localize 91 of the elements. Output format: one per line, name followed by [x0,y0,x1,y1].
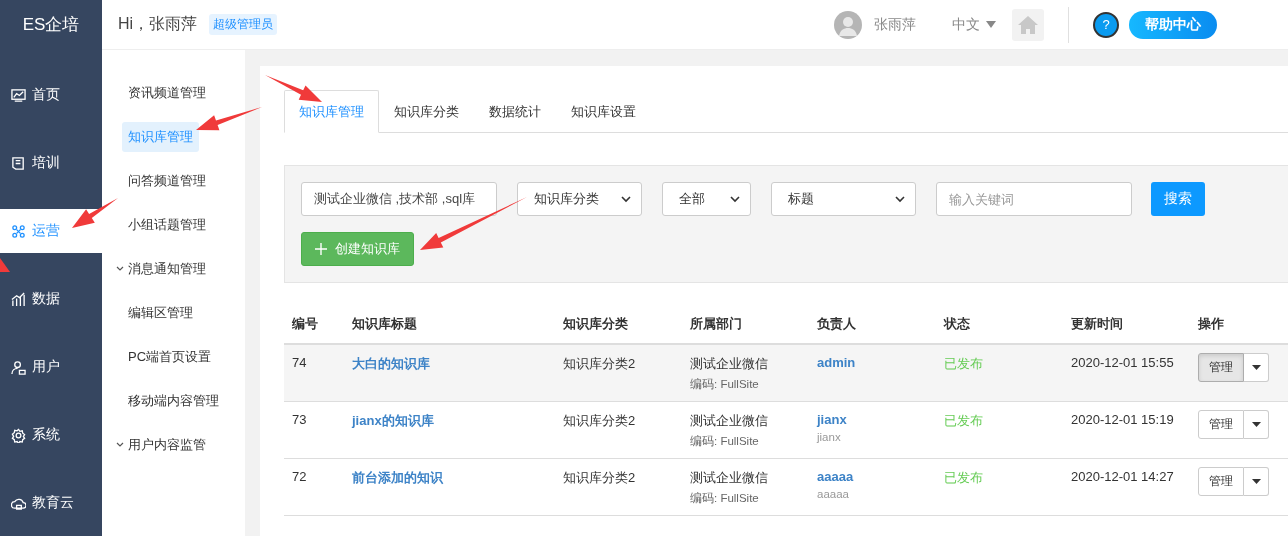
table-row[interactable]: 73 jianx的知识库 知识库分类2 测试企业微信 编码: FullSite jianx jianx 已发布 2020-12-01 15:19 管理 [284,402,1288,459]
column-header: 知识库标题 [352,315,418,333]
nodes-icon [11,223,26,239]
caret-icon [1251,479,1261,484]
submenu-item[interactable]: PC端首页设置 [122,342,218,372]
department-cell-text: 测试企业微信 [690,469,769,487]
status-cell: 已发布 [944,413,983,428]
submenu-item[interactable]: 用户内容监管 [122,430,212,460]
tab[interactable]: 知识库设置 [556,90,651,133]
status-cell: 已发布 [944,356,983,371]
department-code: 编码: FullSite [690,377,760,392]
status-cell: 已发布 [944,470,983,485]
column-header: 更新时间 [1071,315,1124,333]
settings-icon [11,427,26,443]
annotation-arrow [196,107,262,131]
id-cell: 72 [292,469,307,484]
owner-link[interactable]: admin [817,355,944,370]
submenu-item[interactable]: 小组话题管理 [122,210,212,240]
plus-icon [315,243,327,255]
nav-item[interactable]: 用户 [0,345,102,389]
nav-item[interactable]: 培训 [0,141,102,185]
dropdown-button[interactable] [1244,410,1269,439]
table-row[interactable]: 74 大白的知识库 知识库分类2 测试企业微信 编码: FullSite admin 已发布 2020-12-01 15:55 管理 [284,345,1288,402]
category-cell: 知识库分类2 [563,470,636,485]
time-cell: 2020-12-01 15:55 [1071,355,1174,370]
greeting-text: Hi，张雨萍 [118,14,198,34]
department-code: 编码: FullSite [690,491,760,506]
manage-button[interactable]: 管理 [1198,410,1244,439]
table-row[interactable]: 72 前台添加的知识 知识库分类2 测试企业微信 编码: FullSite aaaaa aaaaa 已发布 2020-12-01 14:27 管理 [284,459,1288,516]
tab[interactable]: 知识库分类 [379,90,474,133]
title-link[interactable]: 前台添加的知识 [352,470,443,485]
nav-item[interactable]: 数据 [0,277,102,321]
category-cell: 知识库分类2 [563,413,636,428]
department-cell-text: 测试企业微信 [690,355,769,373]
owner-login: aaaaa [817,488,850,500]
submenu-item[interactable]: 资讯频道管理 [122,78,212,108]
bar-chart-icon [11,291,26,307]
department-code: 编码: FullSite [690,434,760,449]
owner-login: jianx [817,431,842,443]
keyword-field[interactable]: 输入关键词 [936,182,1132,216]
dropdown-button[interactable] [1244,353,1269,382]
owner-link[interactable]: jianx [817,412,944,427]
annotation-arrow [265,75,322,102]
id-cell: 73 [292,412,307,427]
department-cell-text: 测试企业微信 [690,412,769,430]
column-header: 负责人 [817,315,857,333]
chevron-down-icon [116,442,124,448]
time-cell: 2020-12-01 14:27 [1071,469,1174,484]
submenu-item[interactable]: 编辑区管理 [122,298,199,328]
chevron-down-icon [621,195,631,203]
manage-button[interactable]: 管理 [1198,353,1244,382]
nav-item[interactable]: 教育云 [0,481,102,525]
logo-text: ES企培 [0,0,102,50]
column-header: 所属部门 [690,315,743,333]
caret-icon [1251,422,1261,427]
chart-icon [11,87,26,103]
role-badge: 超级管理员 [209,14,278,35]
status-select[interactable]: 全部 [662,182,751,216]
owner-link[interactable]: aaaaa [817,469,944,484]
submenu-item[interactable]: 消息通知管理 [122,254,212,284]
column-header: 编号 [292,315,319,333]
user-icon [11,359,26,375]
language-dropdown[interactable]: 中文 [952,15,996,34]
book-icon [11,155,26,171]
title-link[interactable]: 大白的知识库 [352,356,430,371]
chevron-down-icon [730,195,740,203]
id-cell: 74 [292,355,307,370]
caret-icon [1251,365,1261,370]
user-name[interactable]: 张雨萍 [874,15,916,34]
manage-button[interactable]: 管理 [1198,467,1244,496]
category-select[interactable]: 知识库分类 [517,182,642,216]
annotation-arrow [0,258,10,272]
dropdown-button[interactable] [1244,467,1269,496]
submenu-item[interactable]: 移动端内容管理 [122,386,225,416]
submenu-item[interactable]: 问答频道管理 [122,166,212,196]
column-header: 操作 [1198,315,1225,333]
time-cell: 2020-12-01 15:19 [1071,412,1174,427]
column-header: 状态 [944,315,971,333]
column-header: 知识库分类 [563,315,629,333]
annotation-arrow [72,198,118,228]
caret-icon [986,21,996,28]
chevron-down-icon [895,195,905,203]
department-field[interactable]: 测试企业微信 ,技术部 ,sql库 [301,182,497,216]
home-icon [1018,15,1038,34]
tab[interactable]: 数据统计 [474,90,556,133]
field-select[interactable]: 标题 [771,182,916,216]
category-cell: 知识库分类2 [563,356,636,371]
chevron-down-icon [116,266,124,272]
nav-item[interactable]: 系统 [0,413,102,457]
nav-item[interactable]: 首页 [0,73,102,117]
title-link[interactable]: jianx的知识库 [352,413,434,428]
